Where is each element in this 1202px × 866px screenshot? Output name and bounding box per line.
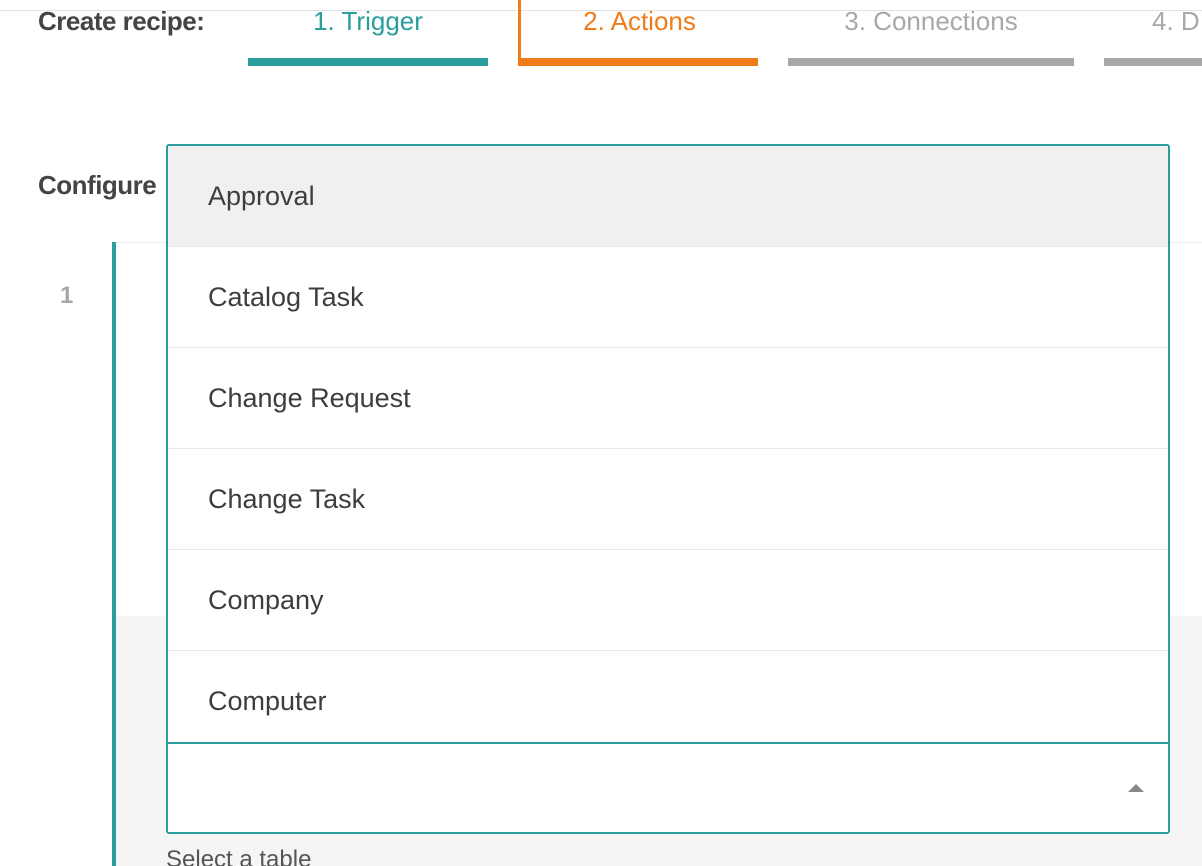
step-tab-actions[interactable]: 2. Actions — [518, 0, 758, 66]
step-progress-bar — [518, 58, 758, 66]
step-progress-bar — [248, 58, 488, 66]
step-tab-trigger[interactable]: 1. Trigger — [248, 0, 488, 66]
dropdown-option-company[interactable]: Company — [168, 550, 1168, 651]
dropdown-option-change-task[interactable]: Change Task — [168, 449, 1168, 550]
select-table-hint: Select a table — [166, 846, 312, 866]
step-timeline-line — [112, 242, 116, 866]
step-tab-label: 1. Trigger — [313, 6, 423, 36]
configure-heading: Configure — [38, 170, 157, 200]
step-tab-connections[interactable]: 3. Connections — [788, 0, 1074, 66]
caret-up-icon[interactable] — [1128, 784, 1144, 792]
dropdown-options-list[interactable]: Approval Catalog Task Change Request Cha… — [168, 146, 1168, 742]
table-select-input[interactable] — [168, 742, 1168, 832]
step-number: 1 — [60, 282, 74, 309]
step-progress-bar — [1104, 58, 1202, 66]
dropdown-option-computer[interactable]: Computer — [168, 651, 1168, 742]
step-tab-label: 3. Connections — [844, 6, 1018, 36]
dropdown-option-approval[interactable]: Approval — [168, 146, 1168, 247]
step-tab-label: 4. D — [1152, 6, 1200, 36]
create-recipe-label: Create recipe: — [38, 6, 205, 36]
recipe-editor-page: Create recipe: 1. Trigger 2. Actions 3. … — [0, 0, 1202, 866]
step-tab-label: 2. Actions — [583, 6, 696, 36]
dropdown-option-catalog-task[interactable]: Catalog Task — [168, 247, 1168, 348]
dropdown-option-change-request[interactable]: Change Request — [168, 348, 1168, 449]
table-select-dropdown[interactable]: Approval Catalog Task Change Request Cha… — [166, 144, 1170, 834]
step-progress-bar — [788, 58, 1074, 66]
step-tab-4[interactable]: 4. D — [1104, 0, 1202, 66]
